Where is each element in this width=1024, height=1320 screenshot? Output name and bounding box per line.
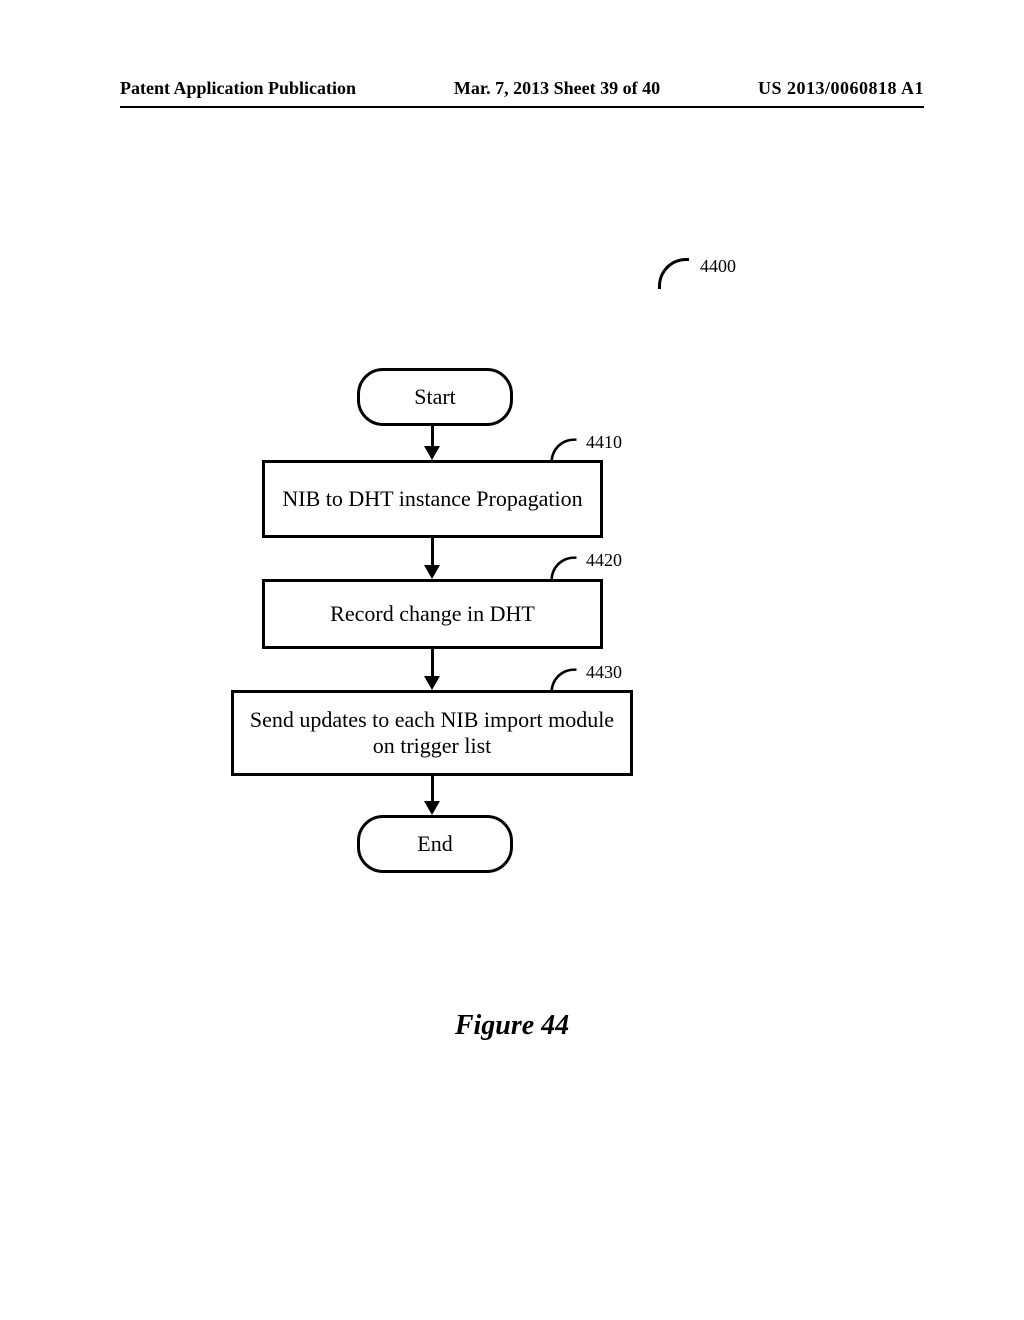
arrow-1-line: [431, 423, 434, 447]
node-step2-label: Record change in DHT: [330, 601, 535, 627]
page-header: Patent Application Publication Mar. 7, 2…: [120, 78, 924, 99]
node-step3-label: Send updates to each NIB import module o…: [244, 707, 620, 759]
header-right: US 2013/0060818 A1: [758, 78, 924, 99]
header-left: Patent Application Publication: [120, 78, 356, 99]
arrow-4-line: [431, 776, 434, 802]
node-end-label: End: [417, 831, 452, 857]
page-container: Patent Application Publication Mar. 7, 2…: [0, 0, 1024, 1320]
figure-caption: Figure 44: [0, 1010, 1024, 1042]
arrow-4-head: [424, 801, 440, 815]
header-rule: [120, 106, 924, 108]
node-step3: Send updates to each NIB import module o…: [231, 690, 633, 776]
node-end: End: [357, 815, 513, 873]
node-step1-label: NIB to DHT instance Propagation: [282, 486, 582, 512]
header-center: Mar. 7, 2013 Sheet 39 of 40: [454, 78, 660, 99]
ref-hook-figure: [658, 258, 689, 289]
node-step2: Record change in DHT: [262, 579, 603, 649]
arrow-2-line: [431, 538, 434, 566]
ref-label-figure: 4400: [700, 256, 736, 277]
ref-label-step3: 4430: [586, 662, 622, 683]
ref-label-step1: 4410: [586, 432, 622, 453]
arrow-3-head: [424, 676, 440, 690]
node-start: Start: [357, 368, 513, 426]
ref-label-step2: 4420: [586, 550, 622, 571]
node-start-label: Start: [414, 384, 456, 410]
arrow-1-head: [424, 446, 440, 460]
arrow-2-head: [424, 565, 440, 579]
node-step1: NIB to DHT instance Propagation: [262, 460, 603, 538]
flowchart-diagram: 4400 Start 4410 NIB to DHT instance Prop…: [0, 240, 1024, 940]
arrow-3-line: [431, 649, 434, 677]
